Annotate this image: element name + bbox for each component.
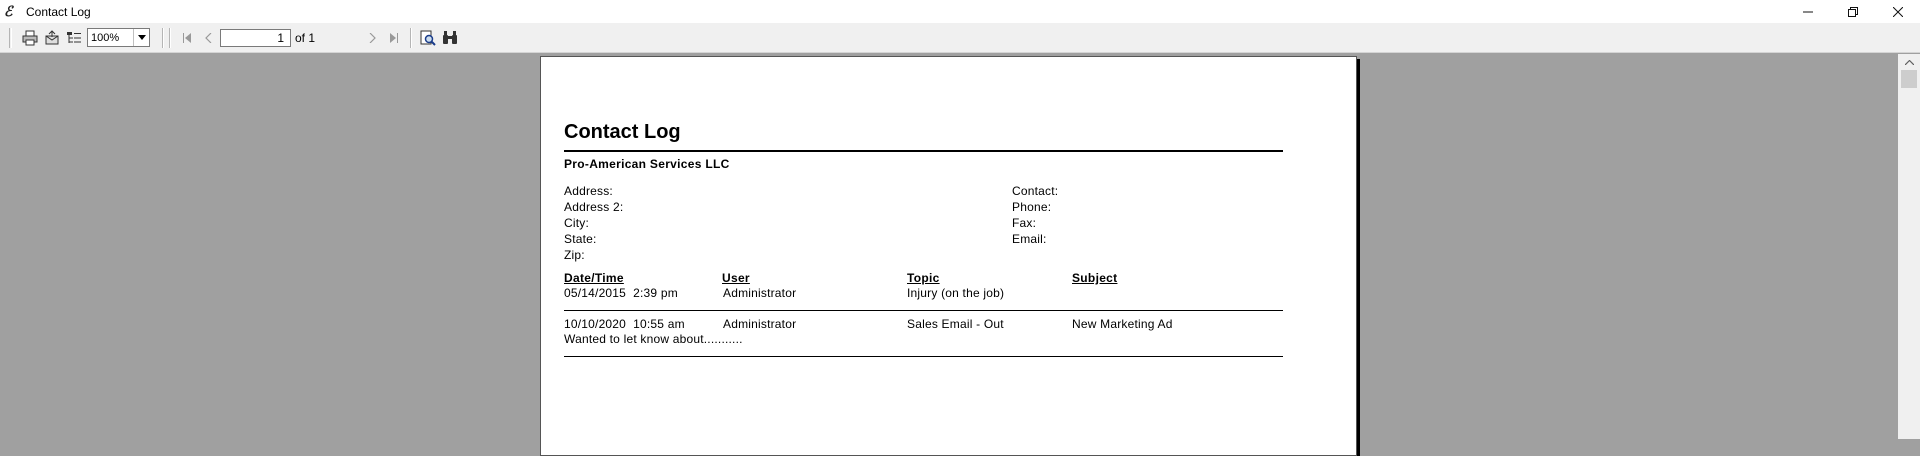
city-label: City: [564, 216, 589, 230]
report-toolbar: 100% of 1 [0, 23, 1920, 53]
restore-icon [1847, 6, 1858, 17]
row1-datetime: 05/14/2015 2:39 pm [564, 286, 678, 300]
chevron-down-icon [137, 35, 146, 40]
close-button[interactable] [1875, 0, 1920, 23]
tree-icon [67, 31, 81, 43]
row2-subject: New Marketing Ad [1072, 317, 1173, 331]
row-divider [564, 356, 1283, 357]
address-label: Address: [564, 184, 613, 198]
chevron-up-icon [1904, 59, 1914, 65]
zoom-page-button[interactable] [417, 27, 439, 49]
magnifier-page-icon [420, 30, 436, 46]
export-icon [45, 29, 59, 44]
close-icon [1892, 6, 1903, 17]
previous-page-icon [205, 32, 212, 43]
address2-label: Address 2: [564, 200, 624, 214]
row2-datetime: 10/10/2020 10:55 am [564, 317, 685, 331]
contact-label: Contact: [1012, 184, 1059, 198]
company-name: Pro-American Services LLC [564, 157, 730, 171]
next-page-button[interactable] [361, 27, 383, 49]
toolbar-separator [410, 27, 412, 48]
search-button[interactable] [439, 27, 461, 49]
title-rule [564, 150, 1283, 152]
print-button[interactable] [19, 27, 41, 49]
last-page-button[interactable] [383, 27, 405, 49]
state-label: State: [564, 232, 597, 246]
phone-label: Phone: [1012, 200, 1052, 214]
zoom-select[interactable]: 100% [87, 28, 150, 47]
next-page-icon [369, 32, 376, 43]
first-page-icon [183, 32, 191, 43]
report-title: Contact Log [564, 121, 681, 143]
column-header-user: User [722, 271, 750, 285]
binoculars-icon [443, 30, 457, 44]
scroll-thumb[interactable] [1901, 70, 1917, 88]
zip-label: Zip: [564, 248, 585, 262]
scroll-up-button[interactable] [1898, 54, 1920, 70]
fax-label: Fax: [1012, 216, 1037, 230]
zoom-value: 100% [91, 31, 120, 44]
page-number-input[interactable] [220, 28, 291, 47]
row2-note: Wanted to let know about........... [564, 332, 743, 346]
vertical-scrollbar[interactable] [1898, 54, 1920, 439]
app-icon: ℰ [4, 3, 13, 20]
printer-icon [22, 30, 38, 45]
row2-user: Administrator [723, 317, 797, 331]
zoom-dropdown-arrow[interactable] [133, 29, 149, 46]
previous-page-button[interactable] [198, 27, 220, 49]
column-header-topic: Topic [907, 271, 940, 285]
minimize-icon [1802, 11, 1813, 12]
title-bar: ℰ Contact Log [0, 0, 1920, 23]
page-count-label: of 1 [295, 30, 316, 45]
restore-button[interactable] [1830, 0, 1875, 23]
window-title: Contact Log [26, 4, 91, 19]
row2-topic: Sales Email - Out [907, 317, 1004, 331]
export-button[interactable] [41, 27, 63, 49]
column-header-datetime: Date/Time [564, 271, 624, 285]
toolbar-separator [162, 27, 164, 48]
report-viewer[interactable]: Contact Log Pro-American Services LLC Ad… [0, 54, 1898, 456]
email-label: Email: [1012, 232, 1047, 246]
toolbar-separator [169, 27, 171, 48]
report-page: Contact Log Pro-American Services LLC Ad… [540, 56, 1357, 456]
row-divider [564, 310, 1283, 311]
first-page-button[interactable] [176, 27, 198, 49]
window-controls [1785, 0, 1920, 23]
toolbar-grip [9, 27, 12, 48]
group-tree-toggle-button[interactable] [63, 27, 85, 49]
minimize-button[interactable] [1785, 0, 1830, 23]
last-page-icon [390, 32, 398, 43]
column-header-subject: Subject [1072, 271, 1118, 285]
row1-user: Administrator [723, 286, 797, 300]
row1-topic: Injury (on the job) [907, 286, 1005, 300]
